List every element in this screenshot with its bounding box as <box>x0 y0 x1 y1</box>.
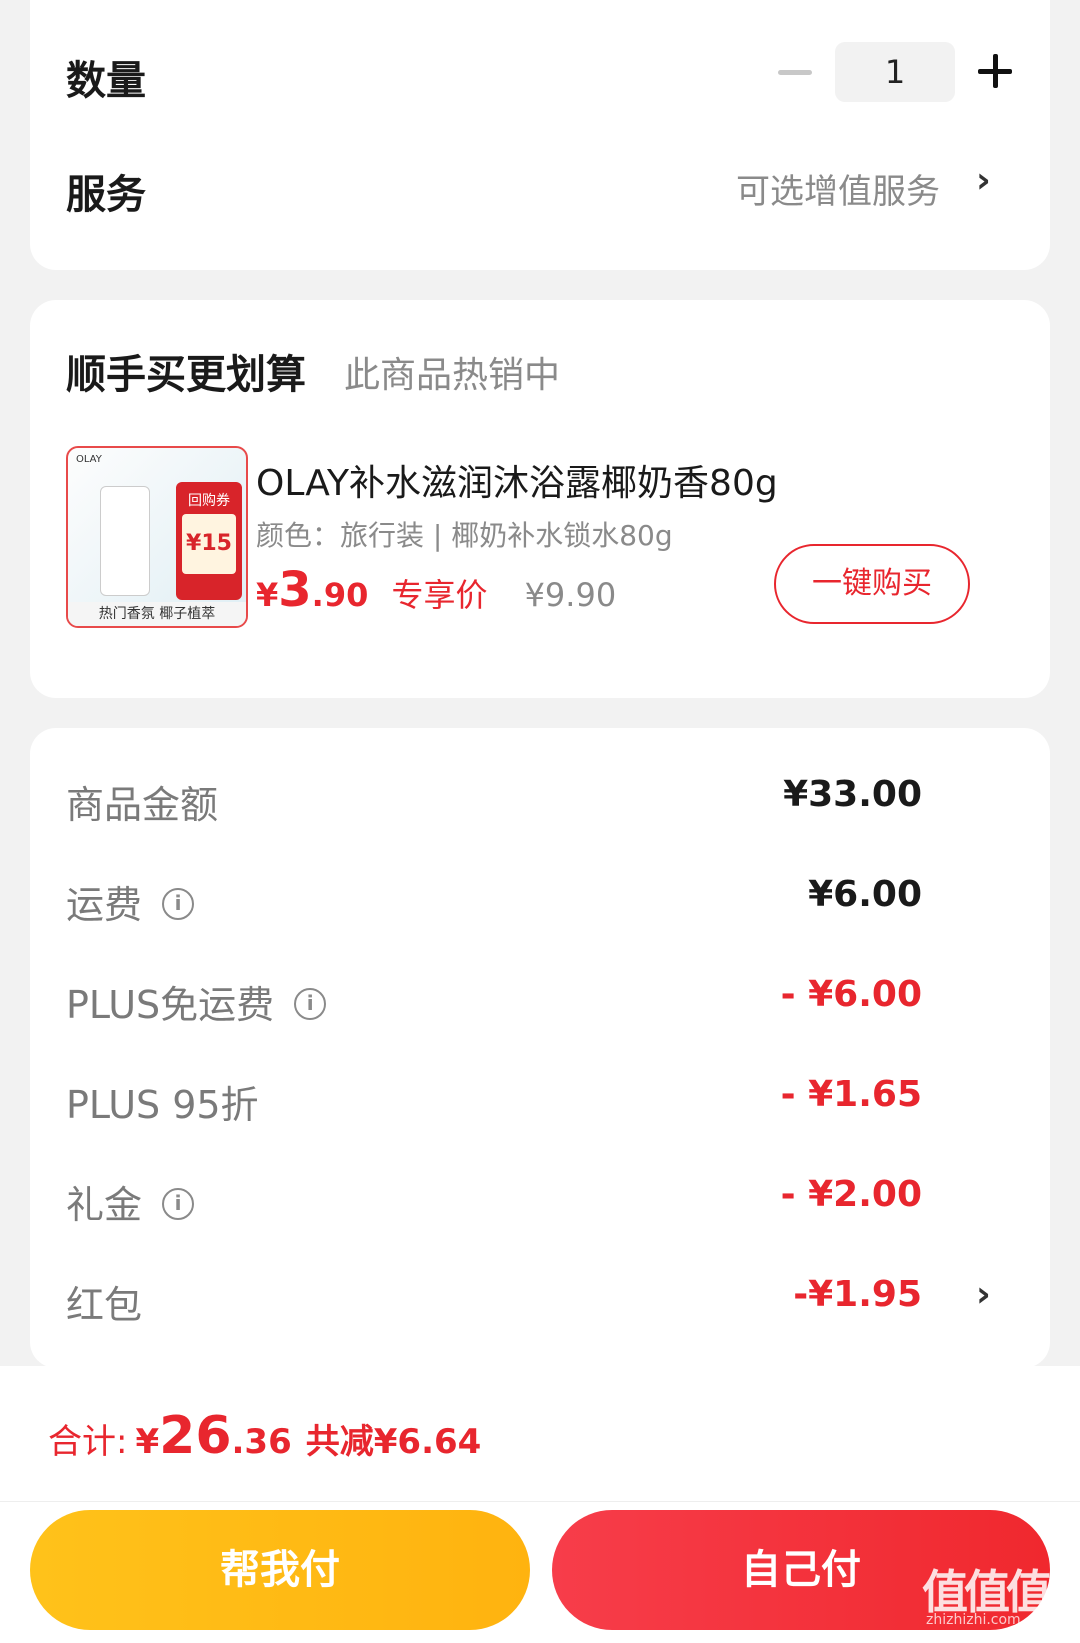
info-icon[interactable]: i <box>162 887 195 920</box>
amount-breakdown-card: 商品金额 ¥33.00 运费 i ¥6.00 PLUS免运费 i - ¥6.00 P… <box>30 728 1050 1368</box>
amount-label: 红包 <box>66 1283 143 1327</box>
exclusive-price-tag: 专享价 <box>391 576 488 614</box>
amount-value: - ¥6.00 <box>780 974 922 1015</box>
brand-logo: OLAY <box>76 454 102 465</box>
amount-row-goods: 商品金额 ¥33.00 <box>30 774 1050 834</box>
amount-label: PLUS免运费 <box>66 983 275 1027</box>
bundle-subtitle: 此商品热销中 <box>344 355 561 396</box>
coupon-value: ¥15 <box>182 514 236 574</box>
checkout-bar: 合计: ¥26.36 共减¥6.64 帮我付 自己付 值值值 zhizhizhi.c… <box>0 1366 1080 1643</box>
total-integer: 26 <box>159 1406 232 1466</box>
total-label: 合计: <box>48 1422 128 1462</box>
price-currency: ¥ <box>256 576 279 614</box>
amount-row-gift-money: 礼金 i - ¥2.00 <box>30 1174 1050 1234</box>
decrease-quantity-button[interactable] <box>778 70 812 75</box>
total-decimal: .36 <box>231 1422 292 1462</box>
amount-value: -¥1.95 <box>793 1274 922 1315</box>
coupon-label: 回购券 <box>188 493 230 509</box>
product-price: ¥3.90 专享价 ¥9.90 <box>256 562 616 618</box>
price-decimal: .90 <box>311 576 369 614</box>
chevron-right-icon: › <box>976 1274 991 1315</box>
quantity-input[interactable]: 1 <box>835 42 955 102</box>
amount-label: PLUS 95折 <box>66 1083 259 1127</box>
order-total: 合计: ¥26.36 共减¥6.64 <box>48 1406 481 1466</box>
quantity-service-card: 数量 1 服务 可选增值服务 › <box>30 0 1050 270</box>
amount-row-shipping: 运费 i ¥6.00 <box>30 874 1050 934</box>
chevron-right-icon: › <box>976 160 991 201</box>
amount-value: - ¥1.65 <box>780 1074 922 1115</box>
bundle-card: 顺手买更划算 此商品热销中 OLAY 回购券 ¥15 热门香氛 椰子植萃 OLA… <box>30 300 1050 698</box>
amount-value: - ¥2.00 <box>780 1174 922 1215</box>
coupon-graphic: 回购券 ¥15 <box>176 482 242 600</box>
service-label: 服务 <box>66 172 146 218</box>
price-integer: 3 <box>278 562 312 618</box>
amount-value: ¥6.00 <box>808 874 922 915</box>
product-thumbnail[interactable]: OLAY 回购券 ¥15 热门香氛 椰子植萃 <box>66 446 248 628</box>
original-price: ¥9.90 <box>524 576 617 614</box>
amount-row-red-packet[interactable]: 红包 -¥1.95 › <box>30 1274 1050 1334</box>
amount-label: 商品金额 <box>66 783 219 827</box>
info-icon[interactable]: i <box>162 1187 195 1220</box>
info-icon[interactable]: i <box>294 987 327 1020</box>
amount-label: 礼金 <box>66 1183 143 1227</box>
watermark-url: zhizhizhi.com <box>926 1612 1021 1628</box>
help-pay-button[interactable]: 帮我付 <box>30 1510 530 1630</box>
product-spec: 颜色：旅行装 | 椰奶补水锁水80g <box>256 519 673 552</box>
amount-row-plus-discount: PLUS 95折 - ¥1.65 <box>30 1074 1050 1134</box>
amount-value: ¥33.00 <box>783 774 922 815</box>
divider <box>0 1501 1080 1502</box>
service-hint: 可选增值服务 <box>736 172 940 212</box>
quantity-label: 数量 <box>66 58 146 104</box>
amount-row-plus-free-shipping: PLUS免运费 i - ¥6.00 <box>30 974 1050 1034</box>
bundle-title: 顺手买更划算 <box>66 352 306 398</box>
thumb-caption: 热门香氛 椰子植萃 <box>68 602 246 626</box>
amount-label: 运费 <box>66 883 143 927</box>
bottle-image <box>100 486 150 596</box>
total-saved: 共减¥6.64 <box>305 1422 482 1462</box>
product-name[interactable]: OLAY补水滋润沐浴露椰奶香80g <box>256 454 778 506</box>
one-click-buy-button[interactable]: 一键购买 <box>774 544 970 624</box>
increase-quantity-button[interactable] <box>978 54 1012 88</box>
total-currency: ¥ <box>135 1422 160 1462</box>
